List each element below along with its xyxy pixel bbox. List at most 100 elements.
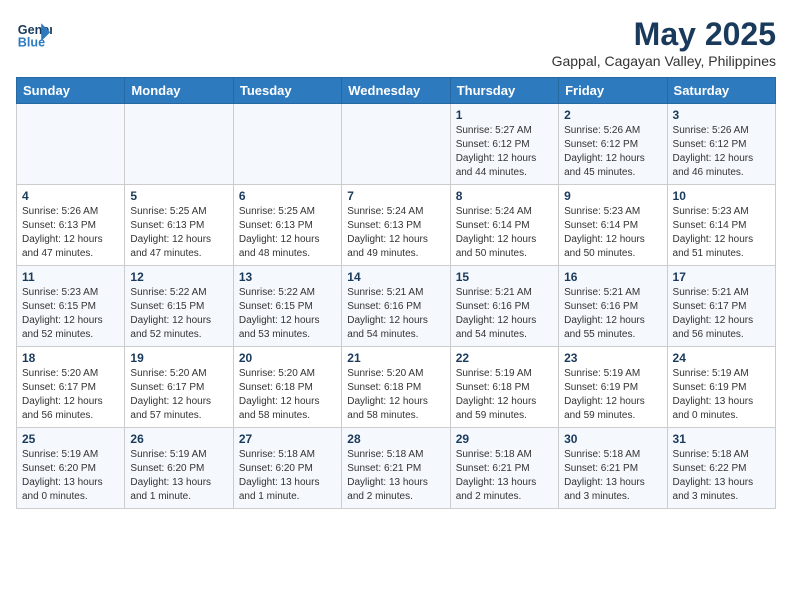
calendar-cell: 1Sunrise: 5:27 AM Sunset: 6:12 PM Daylig… — [450, 104, 558, 185]
calendar-cell: 18Sunrise: 5:20 AM Sunset: 6:17 PM Dayli… — [17, 347, 125, 428]
calendar-cell: 19Sunrise: 5:20 AM Sunset: 6:17 PM Dayli… — [125, 347, 233, 428]
day-number: 9 — [564, 189, 661, 203]
day-number: 15 — [456, 270, 553, 284]
day-number: 5 — [130, 189, 227, 203]
day-number: 14 — [347, 270, 444, 284]
calendar-cell: 24 Sunrise: 5:19 AM Sunset: 6:19 PM Dayli… — [667, 347, 775, 428]
day-info: Sunrise: 5:21 AM Sunset: 6:17 PM Dayligh… — [673, 286, 770, 342]
day-info: Sunrise: 5:18 AM Sunset: 6:22 PM Dayligh… — [673, 448, 770, 504]
day-number: 25 — [22, 432, 119, 446]
day-number: 29 — [456, 432, 553, 446]
day-info: Sunrise: 5:25 AM Sunset: 6:13 PM Dayligh… — [239, 205, 336, 261]
day-number: 11 — [22, 270, 119, 284]
svg-text:Blue: Blue — [18, 36, 45, 50]
calendar-cell: 10 Sunrise: 5:23 AM Sunset: 6:14 PM Dayli… — [667, 185, 775, 266]
day-info: Sunrise: 5:25 AM Sunset: 6:13 PM Dayligh… — [130, 205, 227, 261]
calendar-cell: 11 Sunrise: 5:23 AM Sunset: 6:15 PM Dayli… — [17, 266, 125, 347]
day-info: Sunrise: 5:19 AM Sunset: 6:20 PM Dayligh… — [130, 448, 227, 504]
calendar-week-4: 18Sunrise: 5:20 AM Sunset: 6:17 PM Dayli… — [17, 347, 776, 428]
day-info: Sunrise: 5:24 AM Sunset: 6:13 PM Dayligh… — [347, 205, 444, 261]
day-number: 31 — [673, 432, 770, 446]
weekday-header-wednesday: Wednesday — [342, 78, 450, 104]
calendar-cell: 26 Sunrise: 5:19 AM Sunset: 6:20 PM Dayli… — [125, 428, 233, 509]
calendar-cell: 14Sunrise: 5:21 AM Sunset: 6:16 PM Dayli… — [342, 266, 450, 347]
calendar-cell: 12 Sunrise: 5:22 AM Sunset: 6:15 PM Dayli… — [125, 266, 233, 347]
calendar-cell: 13 Sunrise: 5:22 AM Sunset: 6:15 PM Dayli… — [233, 266, 341, 347]
day-info: Sunrise: 5:22 AM Sunset: 6:15 PM Dayligh… — [130, 286, 227, 342]
day-number: 1 — [456, 108, 553, 122]
day-info: Sunrise: 5:18 AM Sunset: 6:20 PM Dayligh… — [239, 448, 336, 504]
day-info: Sunrise: 5:21 AM Sunset: 6:16 PM Dayligh… — [456, 286, 553, 342]
weekday-header-tuesday: Tuesday — [233, 78, 341, 104]
day-number: 4 — [22, 189, 119, 203]
day-info: Sunrise: 5:19 AM Sunset: 6:19 PM Dayligh… — [673, 367, 770, 423]
calendar-cell: 31 Sunrise: 5:18 AM Sunset: 6:22 PM Dayli… — [667, 428, 775, 509]
calendar-cell: 16Sunrise: 5:21 AM Sunset: 6:16 PM Dayli… — [559, 266, 667, 347]
calendar-cell: 4 Sunrise: 5:26 AM Sunset: 6:13 PM Daylig… — [17, 185, 125, 266]
calendar-cell: 6 Sunrise: 5:25 AM Sunset: 6:13 PM Daylig… — [233, 185, 341, 266]
calendar-cell: 22 Sunrise: 5:19 AM Sunset: 6:18 PM Dayli… — [450, 347, 558, 428]
title-block: May 2025 Gappal, Cagayan Valley, Philipp… — [552, 16, 776, 69]
calendar-week-1: 1Sunrise: 5:27 AM Sunset: 6:12 PM Daylig… — [17, 104, 776, 185]
day-number: 24 — [673, 351, 770, 365]
day-info: Sunrise: 5:26 AM Sunset: 6:13 PM Dayligh… — [22, 205, 119, 261]
day-info: Sunrise: 5:18 AM Sunset: 6:21 PM Dayligh… — [347, 448, 444, 504]
calendar-cell: 2 Sunrise: 5:26 AM Sunset: 6:12 PM Daylig… — [559, 104, 667, 185]
day-number: 2 — [564, 108, 661, 122]
day-number: 28 — [347, 432, 444, 446]
calendar-cell — [125, 104, 233, 185]
calendar-cell: 8 Sunrise: 5:24 AM Sunset: 6:14 PM Daylig… — [450, 185, 558, 266]
day-info: Sunrise: 5:20 AM Sunset: 6:18 PM Dayligh… — [239, 367, 336, 423]
day-info: Sunrise: 5:23 AM Sunset: 6:14 PM Dayligh… — [673, 205, 770, 261]
day-number: 22 — [456, 351, 553, 365]
calendar-table: SundayMondayTuesdayWednesdayThursdayFrid… — [16, 77, 776, 509]
calendar-cell: 5 Sunrise: 5:25 AM Sunset: 6:13 PM Daylig… — [125, 185, 233, 266]
logo-icon: General Blue — [16, 16, 52, 52]
calendar-cell — [342, 104, 450, 185]
day-number: 12 — [130, 270, 227, 284]
weekday-header-sunday: Sunday — [17, 78, 125, 104]
calendar-cell: 27 Sunrise: 5:18 AM Sunset: 6:20 PM Dayli… — [233, 428, 341, 509]
day-number: 10 — [673, 189, 770, 203]
day-info: Sunrise: 5:23 AM Sunset: 6:14 PM Dayligh… — [564, 205, 661, 261]
day-info: Sunrise: 5:24 AM Sunset: 6:14 PM Dayligh… — [456, 205, 553, 261]
calendar-cell: 7Sunrise: 5:24 AM Sunset: 6:13 PM Daylig… — [342, 185, 450, 266]
calendar-cell: 9 Sunrise: 5:23 AM Sunset: 6:14 PM Daylig… — [559, 185, 667, 266]
calendar-cell — [17, 104, 125, 185]
page-header: General Blue May 2025 Gappal, Cagayan Va… — [16, 16, 776, 69]
day-info: Sunrise: 5:22 AM Sunset: 6:15 PM Dayligh… — [239, 286, 336, 342]
day-number: 8 — [456, 189, 553, 203]
subtitle: Gappal, Cagayan Valley, Philippines — [552, 53, 776, 69]
day-number: 20 — [239, 351, 336, 365]
day-number: 23 — [564, 351, 661, 365]
day-number: 21 — [347, 351, 444, 365]
day-info: Sunrise: 5:19 AM Sunset: 6:20 PM Dayligh… — [22, 448, 119, 504]
day-number: 30 — [564, 432, 661, 446]
day-info: Sunrise: 5:26 AM Sunset: 6:12 PM Dayligh… — [673, 124, 770, 180]
day-info: Sunrise: 5:19 AM Sunset: 6:19 PM Dayligh… — [564, 367, 661, 423]
calendar-cell: 23 Sunrise: 5:19 AM Sunset: 6:19 PM Dayli… — [559, 347, 667, 428]
main-title: May 2025 — [552, 16, 776, 53]
day-number: 26 — [130, 432, 227, 446]
day-info: Sunrise: 5:23 AM Sunset: 6:15 PM Dayligh… — [22, 286, 119, 342]
logo: General Blue — [16, 16, 52, 52]
weekday-header-friday: Friday — [559, 78, 667, 104]
day-info: Sunrise: 5:26 AM Sunset: 6:12 PM Dayligh… — [564, 124, 661, 180]
calendar-cell: 17 Sunrise: 5:21 AM Sunset: 6:17 PM Dayli… — [667, 266, 775, 347]
day-info: Sunrise: 5:19 AM Sunset: 6:18 PM Dayligh… — [456, 367, 553, 423]
weekday-header-monday: Monday — [125, 78, 233, 104]
day-info: Sunrise: 5:20 AM Sunset: 6:18 PM Dayligh… — [347, 367, 444, 423]
calendar-cell: 30 Sunrise: 5:18 AM Sunset: 6:21 PM Dayli… — [559, 428, 667, 509]
day-number: 6 — [239, 189, 336, 203]
calendar-cell — [233, 104, 341, 185]
day-number: 13 — [239, 270, 336, 284]
weekday-header-row: SundayMondayTuesdayWednesdayThursdayFrid… — [17, 78, 776, 104]
calendar-week-2: 4 Sunrise: 5:26 AM Sunset: 6:13 PM Daylig… — [17, 185, 776, 266]
day-info: Sunrise: 5:18 AM Sunset: 6:21 PM Dayligh… — [564, 448, 661, 504]
calendar-cell: 15 Sunrise: 5:21 AM Sunset: 6:16 PM Dayli… — [450, 266, 558, 347]
weekday-header-saturday: Saturday — [667, 78, 775, 104]
calendar-week-3: 11 Sunrise: 5:23 AM Sunset: 6:15 PM Dayli… — [17, 266, 776, 347]
day-number: 17 — [673, 270, 770, 284]
day-number: 16 — [564, 270, 661, 284]
day-number: 27 — [239, 432, 336, 446]
